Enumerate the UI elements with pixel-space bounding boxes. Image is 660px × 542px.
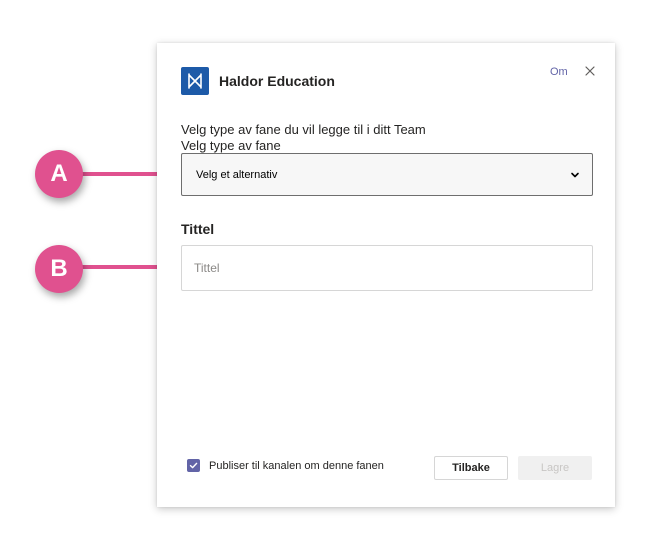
intro-text: Velg type av fane du vil legge til i dit…	[181, 122, 426, 137]
callout-b-badge: B	[35, 245, 83, 293]
chevron-down-icon	[571, 172, 579, 178]
tab-type-select-value: Velg et alternativ	[196, 168, 278, 181]
add-tab-dialog: Haldor Education Om Velg type av fane du…	[157, 43, 615, 507]
tab-type-select[interactable]: Velg et alternativ	[181, 153, 593, 196]
checkmark-icon	[189, 462, 198, 469]
publish-checkbox[interactable]	[187, 459, 200, 472]
save-button[interactable]: Lagre	[518, 456, 592, 480]
back-button[interactable]: Tilbake	[434, 456, 508, 480]
publish-label: Publiser til kanalen om denne fanen	[209, 460, 384, 472]
haldor-logo-icon	[181, 67, 209, 95]
title-input[interactable]	[181, 245, 593, 291]
about-link[interactable]: Om	[550, 66, 568, 78]
callout-a-badge: A	[35, 150, 83, 198]
tab-type-label: Velg type av fane	[181, 138, 281, 153]
app-name: Haldor Education	[219, 73, 335, 89]
title-heading: Tittel	[181, 221, 215, 237]
close-icon[interactable]	[583, 63, 597, 79]
